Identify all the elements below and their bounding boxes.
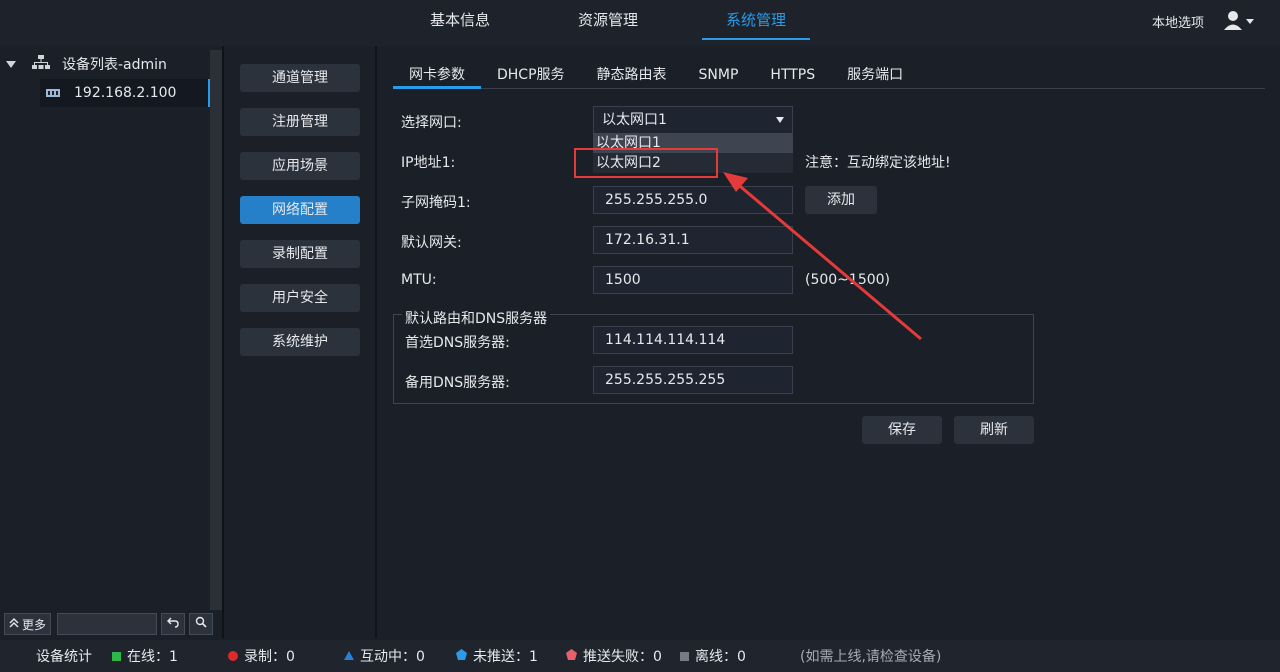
status-online: 在线：1	[112, 646, 178, 666]
interacting-count: 互动中：0	[360, 649, 425, 665]
undo-button[interactable]	[161, 613, 186, 635]
menu-divider	[375, 46, 377, 638]
tab-service-port[interactable]: 服务端口	[831, 62, 919, 89]
status-push-failed: 推送失败：0	[566, 646, 662, 666]
recording-dot-icon	[228, 651, 238, 661]
tab-system-management[interactable]: 系统管理	[702, 0, 811, 40]
network-icon	[32, 55, 50, 73]
dns-group-title: 默认路由和DNS服务器	[402, 308, 551, 328]
network-subtabs: 网卡参数 DHCP服务 静态路由表 SNMP HTTPS 服务端口	[393, 62, 1265, 89]
tab-static-route[interactable]: 静态路由表	[581, 62, 683, 89]
port-select[interactable]: 以太网口1	[593, 106, 793, 134]
tree-search-input[interactable]	[57, 613, 158, 635]
tab-https[interactable]: HTTPS	[754, 62, 831, 89]
status-unpushed: 未推送：1	[456, 646, 538, 666]
save-button[interactable]: 保存	[862, 416, 942, 444]
top-nav: 基本信息 资源管理 系统管理	[406, 0, 850, 46]
online-square-icon	[112, 651, 121, 661]
tree-device-node[interactable]: 192.168.2.100	[40, 79, 210, 107]
mask-label: 子网掩码1:	[401, 195, 471, 211]
recording-count: 录制：0	[244, 649, 295, 665]
ip-note: 注意：互动绑定该地址!	[805, 155, 951, 171]
device-node-label: 192.168.2.100	[74, 85, 177, 101]
search-button[interactable]	[189, 613, 214, 635]
tab-nic-params[interactable]: 网卡参数	[393, 62, 481, 89]
refresh-button[interactable]: 刷新	[954, 416, 1034, 444]
unpushed-count: 未推送：1	[473, 649, 538, 665]
gateway-label: 默认网关:	[401, 235, 462, 251]
menu-network-config[interactable]: 网络配置	[240, 196, 360, 224]
tab-snmp[interactable]: SNMP	[683, 62, 755, 89]
top-bar: 基本信息 资源管理 系统管理 本地选项	[0, 0, 1280, 46]
status-recording: 录制：0	[228, 646, 295, 666]
tree-scrollbar[interactable]	[210, 50, 222, 610]
user-menu-icon[interactable]	[1222, 10, 1258, 32]
mtu-label: MTU:	[401, 272, 437, 288]
dns2-input[interactable]: 255.255.255.255	[593, 366, 793, 394]
menu-system-maintenance[interactable]: 系统维护	[240, 328, 360, 356]
ip-label: IP地址1:	[401, 155, 456, 171]
tab-dhcp[interactable]: DHCP服务	[481, 62, 581, 89]
status-note: (如需上线,请检查设备)	[800, 646, 941, 666]
status-note-text: (如需上线,请检查设备)	[800, 649, 942, 665]
status-interacting: 互动中：0	[344, 646, 425, 666]
search-icon	[195, 616, 207, 632]
unpushed-pentagon-icon	[456, 648, 467, 664]
online-count: 在线：1	[127, 649, 178, 665]
mtu-input[interactable]: 1500	[593, 266, 793, 294]
mask-input[interactable]: 255.255.255.0	[593, 186, 793, 214]
local-options-link[interactable]: 本地选项	[1152, 12, 1204, 31]
status-bar: 设备统计 在线：1 录制：0 互动中：0 未推送：1 推送失败：0 离线：0 (…	[0, 640, 1280, 672]
tab-basic-info[interactable]: 基本信息	[406, 0, 514, 40]
push-failed-count: 推送失败：0	[583, 649, 662, 665]
more-button[interactable]: 更多	[4, 613, 52, 635]
add-button[interactable]: 添加	[805, 186, 877, 214]
tab-resource-management[interactable]: 资源管理	[554, 0, 662, 40]
dns1-input[interactable]: 114.114.114.114	[593, 326, 793, 354]
interacting-triangle-icon	[344, 648, 354, 664]
more-label: 更多	[22, 617, 47, 632]
menu-user-security[interactable]: 用户安全	[240, 284, 360, 312]
menu-registration-management[interactable]: 注册管理	[240, 108, 360, 136]
status-offline: 离线：0	[680, 646, 746, 666]
select-port-label: 选择网口:	[401, 115, 462, 131]
menu-application-scene[interactable]: 应用场景	[240, 152, 360, 180]
tree-footer: 更多	[0, 610, 222, 638]
side-menu: 通道管理 注册管理 应用场景 网络配置 录制配置 用户安全 系统维护	[240, 64, 360, 372]
device-icon	[46, 85, 60, 101]
tree-root[interactable]: 设备列表-admin	[6, 54, 167, 74]
dropdown-arrow-icon	[776, 117, 784, 123]
dns1-label: 首选DNS服务器:	[405, 335, 510, 351]
undo-icon	[167, 616, 179, 632]
panel-divider	[222, 46, 224, 638]
menu-recording-config[interactable]: 录制配置	[240, 240, 360, 268]
offline-count: 离线：0	[695, 649, 746, 665]
push-failed-pentagon-icon	[566, 648, 577, 664]
port-select-value: 以太网口1	[602, 112, 667, 128]
menu-channel-management[interactable]: 通道管理	[240, 64, 360, 92]
device-stats-text: 设备统计	[36, 649, 92, 665]
dns2-label: 备用DNS服务器:	[405, 375, 510, 391]
offline-square-icon	[680, 651, 689, 661]
tree-root-label: 设备列表-admin	[62, 57, 167, 73]
gateway-input[interactable]: 172.16.31.1	[593, 226, 793, 254]
caret-down-icon[interactable]	[6, 60, 16, 68]
mtu-range: (500~1500)	[805, 272, 891, 288]
double-chevron-up-icon	[9, 617, 19, 631]
annotation-highlight-box	[574, 148, 718, 178]
device-stats-label: 设备统计	[36, 646, 92, 666]
device-tree-panel: 设备列表-admin 192.168.2.100 更多	[0, 46, 222, 638]
